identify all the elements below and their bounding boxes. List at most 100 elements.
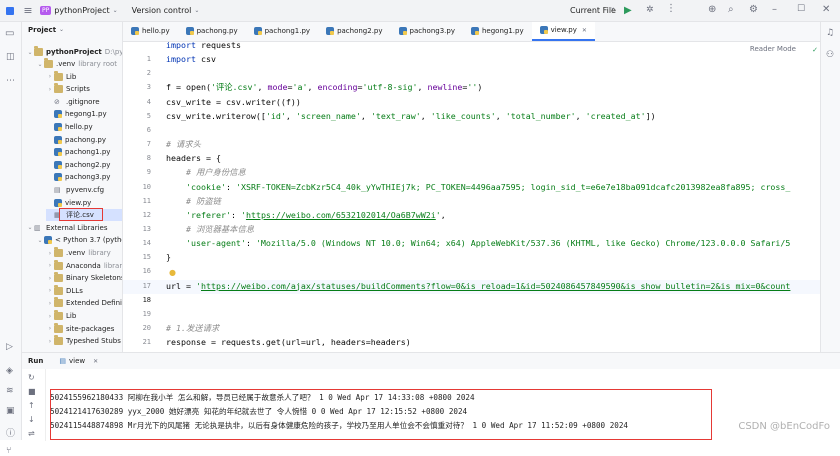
minimize-icon[interactable]: – [772,4,777,15]
git-icon[interactable]: ⑂ [6,446,11,456]
run-tool-icon[interactable]: ▷ [6,342,13,352]
code-line: import requests [166,42,241,52]
library-icon: ▥ [34,224,43,232]
code-line: # 1.发送请求 [166,321,219,335]
account-icon[interactable]: ⊕ [708,4,716,15]
wrap-icon[interactable]: ⇌ [28,429,35,438]
close-icon[interactable]: ✕ [93,358,98,365]
run-config-tab[interactable]: view [69,357,85,365]
editor-tab[interactable]: hegong1.py [463,22,532,41]
tree-item[interactable]: pachong.py [46,134,106,146]
run-icon[interactable]: ▶ [624,5,632,16]
tree-item[interactable]: › Typeshed Stubs [46,335,121,347]
project-view-icon[interactable]: ▭ [5,28,14,39]
chevron-right-icon[interactable]: › [46,338,54,345]
code-area[interactable]: import requestsimport csvf = open('评论.cs… [166,42,820,352]
tree-item[interactable]: pachong1.py [46,146,110,158]
ignore-file-icon: ⊘ [54,98,63,106]
close-icon[interactable]: ✕ [822,4,830,15]
editor-tab[interactable]: pachong1.py [246,22,318,41]
window-icon[interactable] [0,0,20,22]
gear-icon[interactable]: ⚙ [749,4,758,15]
tree-item[interactable]: view.py [46,197,91,209]
scroll-up-icon[interactable]: ↑ [28,401,35,410]
editor-tab[interactable]: pachong2.py [318,22,390,41]
python-file-icon [54,173,62,181]
tree-root-label: pythonProject [46,48,102,56]
tree-item[interactable]: pachong2.py [46,159,110,171]
tree-item[interactable]: ›Binary Skeletons [46,272,123,284]
tree-item-label: pachong2.py [65,161,110,169]
debug-icon[interactable]: ✲ [646,5,654,15]
terminal-icon[interactable]: ▣ [6,406,15,416]
bookmarks-icon[interactable]: ◫ [6,52,15,62]
code-line: # 防盗链 [166,194,221,208]
chevron-right-icon[interactable]: › [46,287,54,294]
packages-icon[interactable]: ◈ [6,366,13,376]
tree-item[interactable]: hello.py [46,121,93,133]
tree-item[interactable]: ›DLLs [46,285,83,297]
chevron-down-icon[interactable]: ⌄ [36,237,44,244]
tree-item-label: Typeshed Stubs [66,337,121,345]
maximize-icon[interactable]: ☐ [797,4,805,14]
more-icon[interactable]: ⋮ [666,3,676,14]
chevron-right-icon[interactable]: › [46,275,54,282]
tree-item[interactable]: ›Extended Definitio [46,297,123,309]
tree-item[interactable]: ⌄ < Python 3.7 (pytho [36,234,123,246]
vcs-menu[interactable]: Version control [132,6,192,15]
chevron-right-icon[interactable]: › [46,313,54,320]
chevron-right-icon[interactable]: › [46,73,54,80]
chevron-down-icon[interactable]: ⌄ [36,61,44,68]
layers-icon[interactable]: ≋ [6,386,14,396]
folder-icon [54,85,63,93]
tree-item-label: pachong1.py [65,148,110,156]
tree-item[interactable]: ›.venvlibrary [46,247,111,259]
chevron-down-icon[interactable]: ⌄ [26,224,34,231]
chevron-right-icon[interactable]: › [46,300,54,307]
rerun-icon[interactable]: ↻ [28,373,35,382]
main-menu-icon[interactable]: ≡ [20,0,36,22]
line-number: 6 [147,123,151,137]
structure-icon[interactable]: ⋯ [6,76,15,86]
ai-assistant-icon[interactable]: ⚇ [826,50,834,60]
tree-item-label: < Python 3.7 (pytho [55,236,123,244]
tree-item[interactable]: ›Anacondalibrary [46,260,123,272]
problems-icon[interactable]: ⓘ [6,426,15,439]
code-line: 'referer': 'https://weibo.com/6532102014… [166,208,446,222]
folder-icon [34,48,43,56]
editor-tab[interactable]: view.py✕ [532,22,595,41]
close-icon[interactable]: ✕ [582,27,587,34]
editor-tab[interactable]: hello.py [123,22,178,41]
project-switcher[interactable]: pythonProject [54,6,109,15]
editor-tab[interactable]: pachong.py [178,22,246,41]
project-badge: PP [40,6,51,15]
tree-item[interactable]: ⌄▥External Libraries [26,222,108,234]
tree-item[interactable]: ›Lib [46,310,76,322]
chevron-right-icon[interactable]: › [46,250,54,257]
lightbulb-icon[interactable]: ● [169,268,176,277]
editor-tab[interactable]: pachong3.py [391,22,463,41]
tree-item[interactable]: › site-packages [46,323,114,335]
stop-icon[interactable]: ■ [28,387,36,396]
notifications-icon[interactable]: ♫ [826,28,834,38]
tab-label: pachong3.py [410,27,455,35]
chevron-right-icon[interactable]: › [46,325,54,332]
tree-item[interactable]: pachong3.py [46,171,110,183]
tab-label: pachong.py [197,27,238,35]
tree-item-label: site-packages [66,325,114,333]
scroll-down-icon[interactable]: ↓ [28,415,35,424]
tree-item[interactable]: ⌄.venvlibrary root [36,58,117,70]
tree-item[interactable]: ⊘.gitignore [46,96,100,108]
tree-item[interactable]: hegong1.py [46,108,107,120]
tree-item[interactable]: ›Scripts [46,83,90,95]
chevron-right-icon[interactable]: › [46,86,54,93]
search-icon[interactable]: ⌕ [728,4,734,15]
tree-root[interactable]: ⌄ pythonProject D:\pytho [26,46,123,58]
tree-item[interactable]: ›Lib [46,71,76,83]
reader-mode-toggle[interactable]: Reader Mode [750,45,796,53]
line-number: 13 [143,222,151,236]
tree-item[interactable]: ▤pyvenv.cfg [46,184,104,196]
chevron-right-icon[interactable]: › [46,262,54,269]
line-number: 2 [147,66,151,80]
tree-item-label: External Libraries [46,224,108,232]
